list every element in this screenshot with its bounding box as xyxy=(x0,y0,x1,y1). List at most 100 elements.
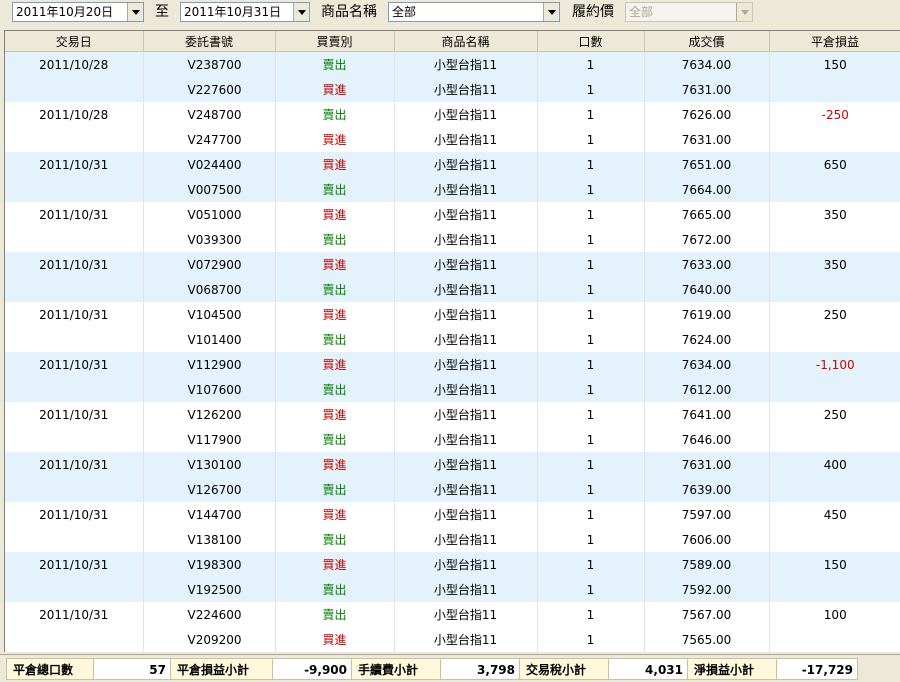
side-cell: 賣出 xyxy=(275,577,395,602)
date-from-dropdown[interactable]: 2011年10月20日 xyxy=(12,2,144,22)
table-row[interactable]: 2011/10/31 V130100 買進 小型台指11 1 7631.00 400 xyxy=(5,452,900,477)
side-cell: 買進 xyxy=(275,127,395,152)
table-row[interactable]: 2011/10/28 V238700 賣出 小型台指11 1 7634.00 150 xyxy=(5,51,900,77)
pnl-cell: -250 xyxy=(769,102,900,127)
col-header-product[interactable]: 商品名稱 xyxy=(394,31,538,52)
product-cell: 小型台指11 xyxy=(394,227,538,252)
pnl-cell: 250 xyxy=(769,302,900,327)
table-row[interactable]: V126700 賣出 小型台指11 1 7639.00 xyxy=(5,477,900,502)
table-row[interactable]: 2011/10/31 V104500 買進 小型台指11 1 7619.00 250 xyxy=(5,302,900,327)
price-cell: 7589.00 xyxy=(644,552,770,577)
pnl-cell xyxy=(769,377,900,402)
table-row[interactable]: 2011/10/31 V224600 賣出 小型台指11 1 7567.00 100 xyxy=(5,602,900,627)
table-row[interactable]: 2011/10/31 V072900 買進 小型台指11 1 7633.00 350 xyxy=(5,252,900,277)
side-cell: 賣出 xyxy=(275,427,395,452)
lots-cell: 1 xyxy=(537,527,645,552)
chevron-down-icon[interactable] xyxy=(127,3,143,21)
price-cell: 7634.00 xyxy=(644,51,770,77)
trade-date-cell xyxy=(5,427,144,452)
product-cell: 小型台指11 xyxy=(394,452,538,477)
table-row[interactable]: 2011/10/31 V112900 買進 小型台指11 1 7634.00 -1,100 xyxy=(5,352,900,377)
side-cell: 買進 xyxy=(275,202,395,227)
side-cell: 買進 xyxy=(275,627,395,652)
product-cell: 小型台指11 xyxy=(394,527,538,552)
product-cell: 小型台指11 xyxy=(394,252,538,277)
pnl-cell xyxy=(769,427,900,452)
price-cell: 7641.00 xyxy=(644,402,770,427)
trade-date-cell: 2011/10/31 xyxy=(5,252,144,277)
chevron-down-icon[interactable] xyxy=(543,3,559,21)
total-lots-label: 平倉總口數 xyxy=(6,658,94,680)
order-no-cell: V248700 xyxy=(143,102,276,127)
price-cell: 7631.00 xyxy=(644,127,770,152)
lots-cell: 1 xyxy=(537,152,645,177)
strike-label: 履約價 xyxy=(572,4,614,20)
table-row[interactable]: 2011/10/31 V198300 買進 小型台指11 1 7589.00 150 xyxy=(5,552,900,577)
pnl-cell: 150 xyxy=(769,552,900,577)
lots-cell: 1 xyxy=(537,327,645,352)
tax-subtotal-value: 4,031 xyxy=(608,658,688,680)
product-cell: 小型台指11 xyxy=(394,552,538,577)
table-row[interactable]: 2011/10/28 V248700 賣出 小型台指11 1 7626.00 -250 xyxy=(5,102,900,127)
strike-value: 全部 xyxy=(629,5,654,19)
lots-cell: 1 xyxy=(537,202,645,227)
col-header-price[interactable]: 成交價 xyxy=(644,31,770,52)
table-row[interactable]: 2011/10/31 V144700 買進 小型台指11 1 7597.00 450 xyxy=(5,502,900,527)
product-cell: 小型台指11 xyxy=(394,402,538,427)
lots-cell: 1 xyxy=(537,252,645,277)
trade-date-cell xyxy=(5,477,144,502)
pnl-cell: 650 xyxy=(769,152,900,177)
trade-grid[interactable]: 交易日 委託書號 買賣別 商品名稱 口數 成交價 平倉損益 2011/10/28… xyxy=(4,30,900,652)
side-cell: 賣出 xyxy=(275,477,395,502)
trade-date-cell: 2011/10/31 xyxy=(5,402,144,427)
trade-date-cell: 2011/10/31 xyxy=(5,552,144,577)
pnl-cell xyxy=(769,577,900,602)
col-header-side[interactable]: 買賣別 xyxy=(275,31,395,52)
table-row[interactable]: V227600 買進 小型台指11 1 7631.00 xyxy=(5,77,900,102)
order-no-cell: V107600 xyxy=(143,377,276,402)
fee-subtotal-label: 手續費小計 xyxy=(351,658,441,680)
table-row[interactable]: V101400 賣出 小型台指11 1 7624.00 xyxy=(5,327,900,352)
col-header-lots[interactable]: 口數 xyxy=(537,31,645,52)
date-to-dropdown[interactable]: 2011年10月31日 xyxy=(180,2,310,22)
col-header-order-no[interactable]: 委託書號 xyxy=(143,31,276,52)
table-row[interactable]: V138100 賣出 小型台指11 1 7606.00 xyxy=(5,527,900,552)
trade-date-cell xyxy=(5,527,144,552)
table-row[interactable]: 2011/10/31 V126200 買進 小型台指11 1 7641.00 250 xyxy=(5,402,900,427)
table-row[interactable]: V192500 賣出 小型台指11 1 7592.00 xyxy=(5,577,900,602)
col-header-trade-date[interactable]: 交易日 xyxy=(5,31,144,52)
price-cell: 7665.00 xyxy=(644,202,770,227)
side-cell: 賣出 xyxy=(275,177,395,202)
pnl-cell xyxy=(769,277,900,302)
col-header-pnl[interactable]: 平倉損益 xyxy=(769,31,900,52)
table-row[interactable]: V007500 賣出 小型台指11 1 7664.00 xyxy=(5,177,900,202)
pnl-cell xyxy=(769,227,900,252)
lots-cell: 1 xyxy=(537,552,645,577)
table-row[interactable]: V117900 賣出 小型台指11 1 7646.00 xyxy=(5,427,900,452)
product-cell: 小型台指11 xyxy=(394,477,538,502)
product-dropdown[interactable]: 全部 xyxy=(388,2,560,22)
table-row[interactable]: V247700 買進 小型台指11 1 7631.00 xyxy=(5,127,900,152)
lots-cell: 1 xyxy=(537,102,645,127)
pnl-cell: 450 xyxy=(769,502,900,527)
price-cell: 7624.00 xyxy=(644,327,770,352)
trade-date-cell xyxy=(5,627,144,652)
product-cell: 小型台指11 xyxy=(394,152,538,177)
order-no-cell: V051000 xyxy=(143,202,276,227)
trade-date-cell xyxy=(5,177,144,202)
pnl-cell xyxy=(769,627,900,652)
table-row[interactable]: V107600 賣出 小型台指11 1 7612.00 xyxy=(5,377,900,402)
table-row[interactable]: V039300 賣出 小型台指11 1 7672.00 xyxy=(5,227,900,252)
product-cell: 小型台指11 xyxy=(394,102,538,127)
chevron-down-icon[interactable] xyxy=(293,3,309,21)
table-row[interactable]: V068700 賣出 小型台指11 1 7640.00 xyxy=(5,277,900,302)
price-cell: 7592.00 xyxy=(644,577,770,602)
lots-cell: 1 xyxy=(537,502,645,527)
price-cell: 7631.00 xyxy=(644,77,770,102)
pnl-cell xyxy=(769,77,900,102)
table-row[interactable]: V209200 買進 小型台指11 1 7565.00 xyxy=(5,627,900,652)
table-row[interactable]: 2011/10/31 V051000 買進 小型台指11 1 7665.00 350 xyxy=(5,202,900,227)
order-no-cell: V144700 xyxy=(143,502,276,527)
to-label: 至 xyxy=(155,4,169,20)
table-row[interactable]: 2011/10/31 V024400 買進 小型台指11 1 7651.00 650 xyxy=(5,152,900,177)
